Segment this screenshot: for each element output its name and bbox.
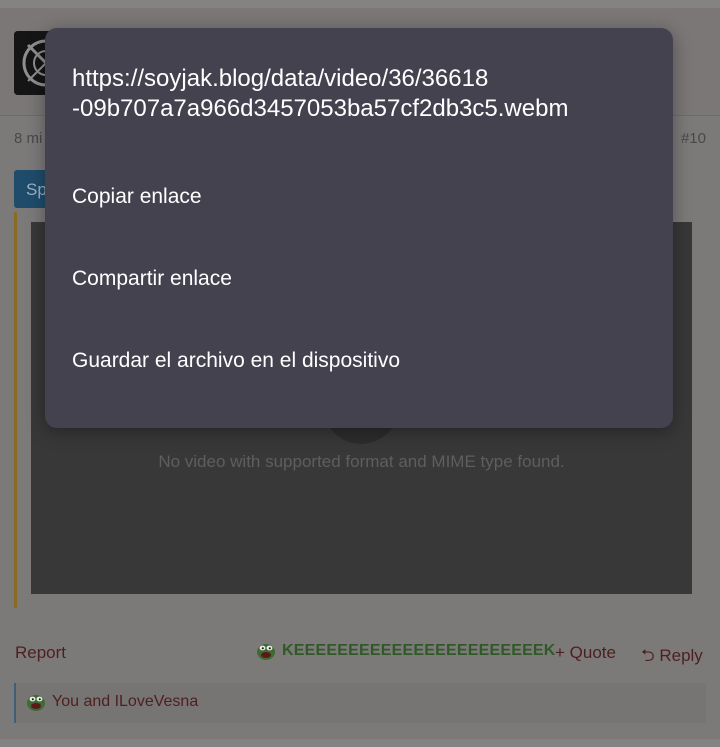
post-timestamp[interactable]: 8 mi bbox=[14, 130, 42, 147]
reaction-label: KEEEEEEEEEEEEEEEEEEEEEEEK bbox=[282, 642, 556, 659]
quote-button[interactable]: + Quote bbox=[555, 643, 616, 663]
post-actions: Report KEEEEEEEEEEEEEEEEEEEEEEEK + Quote… bbox=[0, 640, 720, 666]
copy-link-item[interactable]: Copiar enlace bbox=[45, 167, 673, 227]
pepe-reaction-icon bbox=[27, 695, 45, 711]
report-link[interactable]: Report bbox=[15, 643, 66, 663]
post-number[interactable]: #10 bbox=[681, 130, 706, 147]
menu-url: https://soyjak.blog/data/video/36/36618 … bbox=[72, 64, 652, 124]
share-link-item[interactable]: Compartir enlace bbox=[45, 249, 673, 309]
reply-button[interactable]: ⮌ Reply bbox=[641, 643, 703, 672]
menu-url-line-1: https://soyjak.blog/data/video/36/36618 bbox=[72, 65, 489, 92]
reply-arrow-icon: ⮌ bbox=[641, 646, 660, 665]
save-file-item[interactable]: Guardar el archivo en el dispositivo bbox=[45, 331, 673, 391]
reaction-button[interactable]: KEEEEEEEEEEEEEEEEEEEEEEEK bbox=[256, 641, 556, 661]
page-bottom-divider bbox=[0, 739, 720, 747]
reactions-summary[interactable]: You and ILoveVesna bbox=[14, 683, 706, 723]
pepe-reaction-icon bbox=[257, 644, 275, 660]
menu-url-line-2: -09b707a7a966d3457053ba57cf2db3c5.webm bbox=[72, 95, 569, 122]
reply-label: Reply bbox=[659, 646, 703, 665]
link-context-menu: https://soyjak.blog/data/video/36/36618 … bbox=[45, 28, 673, 428]
video-error-message: No video with supported format and MIME … bbox=[158, 452, 565, 471]
reacted-by-text: You and ILoveVesna bbox=[52, 693, 199, 710]
page-top-divider bbox=[0, 0, 720, 8]
quote-border bbox=[14, 212, 17, 608]
